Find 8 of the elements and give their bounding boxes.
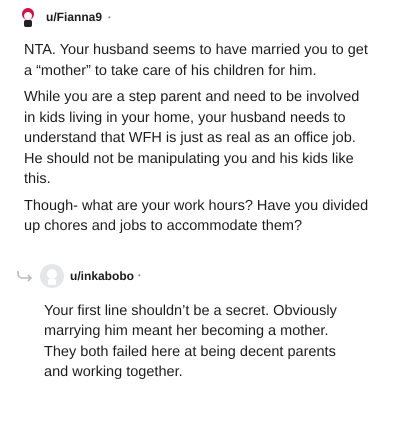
comment-paragraph: While you are a step parent and need to be involved in kids living in your home, your husband needs to understand that WFH is just as real as an office job. He should not be manipulating you and his kids like this. bbox=[24, 88, 360, 189]
comment-paragraph: Though- what are your work hours? Have you divided up chores and jobs to accommodate them? bbox=[24, 196, 370, 236]
separator-dot: • bbox=[138, 271, 141, 280]
comment-paragraph: NTA. Your husband seems to have married you to get a “mother” to take care of his children for him. bbox=[24, 41, 369, 80]
comment-paragraph: Your first line shouldn’t be a secret. Obviously marrying him meant her becoming a mother. They both failed here at being decent parents and working together. bbox=[44, 302, 338, 382]
username[interactable]: u/inkabobo bbox=[70, 268, 134, 282]
separator-dot: • bbox=[108, 12, 111, 22]
username[interactable]: u/Fianna9 bbox=[46, 10, 102, 24]
